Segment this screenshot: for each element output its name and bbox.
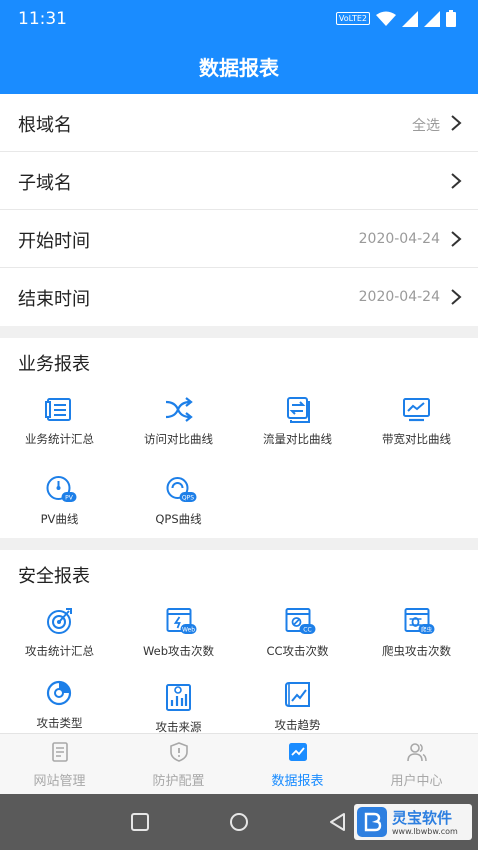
shuffle-icon	[165, 397, 193, 422]
tab-label: 防护配置	[152, 774, 205, 789]
report-visit-compare[interactable]: 访问对比曲线	[119, 394, 238, 464]
wifi-icon	[376, 11, 396, 26]
grid-label: 攻击趋势	[274, 718, 321, 732]
report-attack-summary[interactable]: 攻击统计汇总	[0, 606, 119, 676]
watermark: 灵宝软件 www.lbwbw.com	[354, 804, 472, 840]
filter-value: 全选	[412, 118, 440, 134]
chevron-right-icon	[451, 289, 462, 305]
crawler-attack-icon: 爬虫	[404, 608, 435, 634]
pie-chart-icon	[46, 680, 72, 706]
tab-label: 用户中心	[390, 774, 443, 789]
status-bar: 11:31 VoLTE2	[0, 0, 478, 38]
document-icon	[52, 742, 68, 762]
report-web-attack[interactable]: Web Web攻击次数	[119, 606, 238, 676]
target-icon	[47, 608, 72, 634]
cc-badge: CC	[303, 627, 311, 634]
filter-sub-domain[interactable]: 子域名	[0, 152, 478, 210]
report-business-summary[interactable]: 业务统计汇总	[0, 394, 119, 464]
grid-label: Web攻击次数	[142, 644, 215, 658]
chart-icon	[289, 743, 307, 761]
qps-badge: QPS	[182, 495, 194, 502]
filter-label: 子域名	[18, 173, 72, 194]
grid-label: 业务统计汇总	[25, 432, 94, 446]
report-qps-curve[interactable]: QPS QPS曲线	[119, 474, 238, 544]
grid-label: 爬虫攻击次数	[382, 644, 451, 658]
volte-badge: VoLTE2	[335, 12, 370, 25]
battery-icon	[446, 10, 456, 27]
app-header: 数据报表	[0, 38, 478, 94]
pv-badge: PV	[65, 495, 74, 502]
web-badge: Web	[182, 627, 195, 634]
tab-user-center[interactable]: 用户中心	[357, 734, 476, 795]
watermark-logo-icon	[357, 807, 387, 837]
watermark-title: 灵宝软件	[392, 809, 453, 827]
crawler-badge: 爬虫	[421, 626, 433, 634]
filter-value: 2020-04-24	[358, 231, 440, 247]
watermark-url: www.lbwbw.com	[392, 827, 458, 836]
qps-gauge-icon: QPS	[166, 477, 197, 502]
page-title: 数据报表	[199, 56, 279, 80]
chevron-right-icon	[451, 115, 462, 131]
grid-label: 攻击类型	[36, 716, 83, 730]
chevron-right-icon	[451, 173, 462, 189]
tab-site-management[interactable]: 网站管理	[0, 734, 119, 795]
home-icon[interactable]	[229, 812, 249, 832]
signal-icon	[402, 10, 418, 27]
bottom-tab-bar: 网站管理 防护配置 数据报表 用户中心	[0, 733, 478, 794]
monitor-chart-icon	[403, 398, 430, 422]
shield-icon	[170, 742, 188, 762]
grid-label: PV曲线	[40, 512, 79, 526]
users-icon	[407, 743, 427, 762]
report-crawler-attack[interactable]: 爬虫 爬虫攻击次数	[357, 606, 476, 676]
web-attack-icon: Web	[166, 608, 197, 634]
report-cc-attack[interactable]: CC CC攻击次数	[238, 606, 357, 676]
transfer-icon	[287, 397, 310, 423]
filter-root-domain[interactable]: 根域名 全选	[0, 94, 478, 152]
filter-label: 结束时间	[18, 289, 90, 310]
status-icons: VoLTE2	[335, 10, 456, 27]
status-time: 11:31	[18, 9, 67, 29]
grid-label: 带宽对比曲线	[382, 432, 451, 446]
tab-protection-config[interactable]: 防护配置	[119, 734, 238, 795]
trend-chart-icon	[285, 682, 310, 707]
grid-label: QPS曲线	[155, 512, 202, 526]
report-traffic-compare[interactable]: 流量对比曲线	[238, 394, 357, 464]
filter-panel: 根域名 全选 子域名 开始时间 2020-04-24 结束时间 2020-04-…	[0, 94, 478, 326]
grid-label: 流量对比曲线	[263, 432, 332, 446]
grid-label: CC攻击次数	[266, 644, 329, 658]
chevron-right-icon	[451, 231, 462, 247]
tab-label: 网站管理	[33, 774, 86, 789]
business-report-section: 业务报表 业务统计汇总 访问对比曲线 流量对比曲线 带宽对比曲线 PV PV曲线…	[0, 338, 478, 538]
back-icon[interactable]	[328, 812, 348, 832]
report-bandwidth-compare[interactable]: 带宽对比曲线	[357, 394, 476, 464]
signal-icon-2	[424, 10, 440, 27]
tab-label: 数据报表	[271, 774, 324, 789]
recents-icon[interactable]	[130, 812, 150, 832]
list-report-icon	[45, 398, 71, 421]
grid-label: 攻击统计汇总	[25, 644, 94, 658]
pv-gauge-icon: PV	[46, 476, 77, 502]
grid-label: 访问对比曲线	[144, 432, 213, 446]
tab-data-report[interactable]: 数据报表	[238, 734, 357, 795]
report-pv-curve[interactable]: PV PV曲线	[0, 474, 119, 544]
cc-attack-icon: CC	[285, 608, 316, 634]
filter-end-time[interactable]: 结束时间 2020-04-24	[0, 268, 478, 326]
source-chart-icon	[166, 684, 191, 711]
filter-label: 开始时间	[18, 231, 90, 252]
security-report-section: 安全报表 攻击统计汇总 Web Web攻击次数 CC CC攻击次数 爬虫 爬虫攻…	[0, 550, 478, 734]
filter-start-time[interactable]: 开始时间 2020-04-24	[0, 210, 478, 268]
filter-value: 2020-04-24	[358, 289, 440, 305]
section-title: 业务报表	[18, 354, 90, 375]
filter-label: 根域名	[18, 115, 72, 136]
section-title: 安全报表	[18, 566, 90, 587]
